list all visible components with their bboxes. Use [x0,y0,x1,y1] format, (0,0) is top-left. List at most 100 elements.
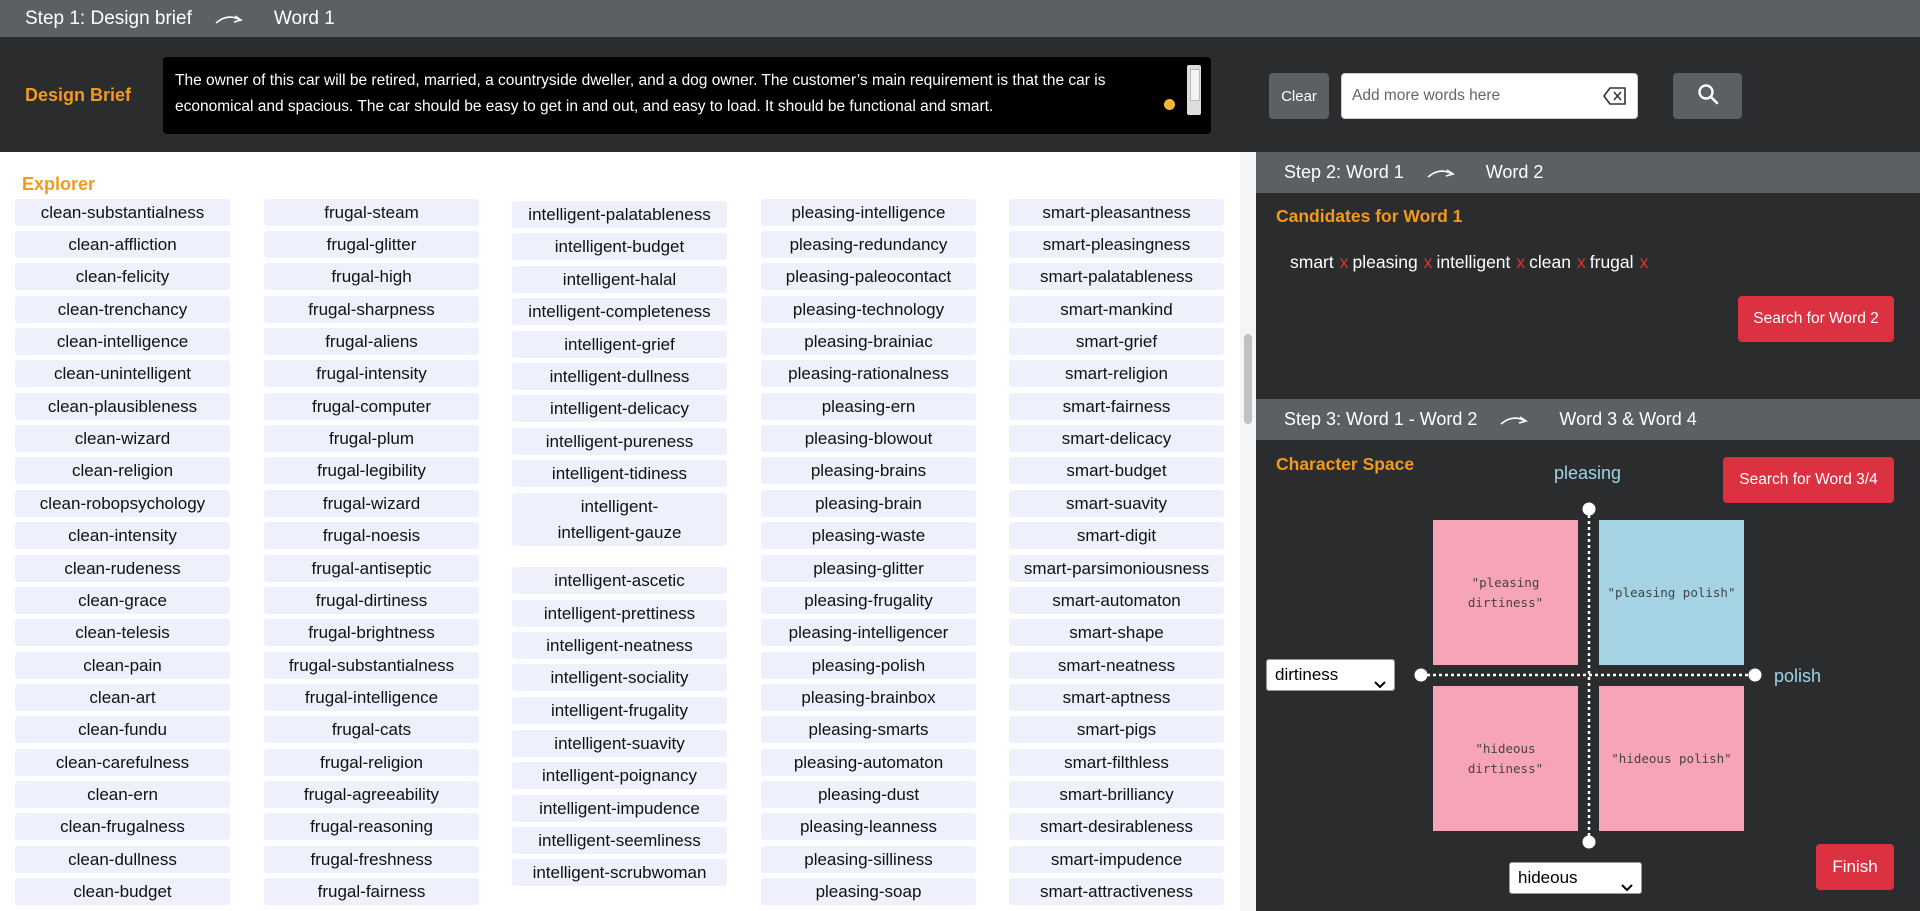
explorer-word-chip[interactable]: pleasing-rationalness [761,360,976,387]
explorer-word-chip[interactable]: pleasing-soap [761,878,976,905]
explorer-word-chip[interactable]: intelligent-completeness [512,298,727,325]
explorer-word-chip[interactable]: frugal-freshness [264,846,479,873]
explorer-word-chip[interactable]: smart-impudence [1009,846,1224,873]
explorer-word-chip[interactable]: intelligent-scrubwoman [512,859,727,886]
explorer-word-chip[interactable]: frugal-sharpness [264,296,479,323]
explorer-word-chip[interactable]: pleasing-brainbox [761,684,976,711]
explorer-word-chip[interactable]: intelligent-frugality [512,697,727,724]
explorer-word-chip[interactable]: clean-carefulness [15,749,230,776]
explorer-word-chip[interactable]: clean-ern [15,781,230,808]
explorer-word-chip[interactable]: smart-automaton [1009,587,1224,614]
explorer-word-chip[interactable]: clean-telesis [15,619,230,646]
explorer-word-chip[interactable]: frugal-brightness [264,619,479,646]
explorer-word-chip[interactable]: pleasing-technology [761,296,976,323]
explorer-word-chip[interactable]: frugal-plum [264,425,479,452]
explorer-word-chip[interactable]: intelligent-ascetic [512,567,727,594]
explorer-word-chip[interactable]: pleasing-redundancy [761,231,976,258]
explorer-word-chip[interactable]: clean-plausibleness [15,393,230,420]
explorer-word-chip[interactable]: frugal-antiseptic [264,555,479,582]
explorer-word-chip[interactable]: frugal-wizard [264,490,479,517]
explorer-word-chip[interactable]: smart-neatness [1009,652,1224,679]
explorer-word-chip[interactable]: intelligent-pureness [512,428,727,455]
explorer-word-chip[interactable]: clean-frugalness [15,813,230,840]
explorer-word-chip[interactable]: smart-brilliancy [1009,781,1224,808]
explorer-word-chip[interactable]: intelligent-palatableness [512,201,727,228]
explorer-word-chip[interactable]: frugal-high [264,263,479,290]
grammar-indicator-icon[interactable] [1164,99,1175,110]
explorer-word-chip[interactable]: smart-religion [1009,360,1224,387]
explorer-word-chip[interactable]: clean-felicity [15,263,230,290]
explorer-word-chip[interactable]: frugal-steam [264,199,479,226]
explorer-word-chip[interactable]: pleasing-brains [761,457,976,484]
explorer-word-chip[interactable]: frugal-substantialness [264,652,479,679]
explorer-word-chip[interactable]: intelligent-neatness [512,632,727,659]
explorer-word-chip[interactable]: smart-pleasingness [1009,231,1224,258]
explorer-word-chip[interactable]: intelligent-sociality [512,664,727,691]
explorer-word-chip[interactable]: smart-digit [1009,522,1224,549]
explorer-word-chip[interactable]: pleasing-glitter [761,555,976,582]
explorer-word-chip[interactable]: clean-intensity [15,522,230,549]
explorer-word-chip[interactable]: frugal-agreeability [264,781,479,808]
explorer-word-chip[interactable]: frugal-religion [264,749,479,776]
explorer-word-chip[interactable]: intelligent-tidiness [512,460,727,487]
explorer-word-chip[interactable]: intelligent-grief [512,331,727,358]
explorer-word-chip[interactable]: intelligent-dullness [512,363,727,390]
explorer-word-chip[interactable]: pleasing-brainiac [761,328,976,355]
explorer-word-chip[interactable]: intelligent-impudence [512,795,727,822]
explorer-word-chip[interactable]: smart-suavity [1009,490,1224,517]
explorer-word-chip[interactable]: frugal-dirtiness [264,587,479,614]
explorer-word-chip[interactable]: clean-religion [15,457,230,484]
explorer-word-chip[interactable]: pleasing-brain [761,490,976,517]
design-brief-textarea[interactable]: The owner of this car will be retired, m… [163,57,1211,134]
explorer-word-chip[interactable]: smart-pleasantness [1009,199,1224,226]
bottom-axis-select[interactable]: hideous [1509,862,1642,894]
explorer-word-chip[interactable]: pleasing-dust [761,781,976,808]
explorer-word-chip[interactable]: pleasing-leanness [761,813,976,840]
left-axis-select[interactable]: dirtiness [1266,659,1395,691]
explorer-word-chip[interactable]: clean-fundu [15,716,230,743]
add-words-field[interactable] [1341,73,1638,119]
explorer-word-chip[interactable]: clean-unintelligent [15,360,230,387]
explorer-word-chip[interactable]: pleasing-ern [761,393,976,420]
explorer-word-chip[interactable]: smart-parsimoniousness [1009,555,1224,582]
explorer-word-chip[interactable]: frugal-cats [264,716,479,743]
explorer-word-chip[interactable]: smart-attractiveness [1009,878,1224,905]
explorer-word-chip[interactable]: clean-wizard [15,425,230,452]
explorer-word-chip[interactable]: pleasing-paleocontact [761,263,976,290]
explorer-word-chip[interactable]: smart-fairness [1009,393,1224,420]
explorer-word-chip[interactable]: clean-dullness [15,846,230,873]
explorer-word-chip[interactable]: pleasing-smarts [761,716,976,743]
explorer-word-chip[interactable]: smart-delicacy [1009,425,1224,452]
explorer-word-chip[interactable]: clean-art [15,684,230,711]
explorer-word-chip[interactable]: frugal-aliens [264,328,479,355]
explorer-word-chip[interactable]: clean-budget [15,878,230,905]
explorer-word-chip[interactable]: intelligent-suavity [512,730,727,757]
explorer-word-chip[interactable]: pleasing-blowout [761,425,976,452]
explorer-word-chip[interactable]: frugal-noesis [264,522,479,549]
add-words-input[interactable] [1352,74,1592,118]
explorer-word-chip[interactable]: smart-palatableness [1009,263,1224,290]
explorer-word-chip[interactable]: frugal-intensity [264,360,479,387]
explorer-word-chip[interactable]: clean-robopsychology [15,490,230,517]
explorer-word-chip[interactable]: intelligent-budget [512,233,727,260]
explorer-word-chip[interactable]: intelligent-delicacy [512,395,727,422]
explorer-word-chip[interactable]: frugal-intelligence [264,684,479,711]
explorer-word-chip[interactable]: intelligent-prettiness [512,600,727,627]
explorer-word-chip[interactable]: frugal-legibility [264,457,479,484]
search-button[interactable] [1673,73,1742,119]
explorer-word-chip[interactable]: smart-shape [1009,619,1224,646]
explorer-word-chip[interactable]: clean-substantialness [15,199,230,226]
explorer-word-chip[interactable]: frugal-glitter [264,231,479,258]
explorer-word-chip[interactable]: frugal-computer [264,393,479,420]
explorer-word-chip[interactable]: intelligent-seemliness [512,827,727,854]
backspace-icon[interactable] [1603,87,1627,105]
explorer-word-chip[interactable]: pleasing-silliness [761,846,976,873]
explorer-word-chip[interactable]: smart-desirableness [1009,813,1224,840]
explorer-word-chip[interactable]: clean-trenchancy [15,296,230,323]
explorer-word-chip[interactable]: smart-grief [1009,328,1224,355]
clear-button[interactable]: Clear [1269,73,1329,119]
explorer-word-chip[interactable]: smart-aptness [1009,684,1224,711]
explorer-word-chip[interactable]: clean-intelligence [15,328,230,355]
explorer-scrollbar[interactable] [1240,152,1256,911]
explorer-word-chip[interactable]: pleasing-intelligencer [761,619,976,646]
